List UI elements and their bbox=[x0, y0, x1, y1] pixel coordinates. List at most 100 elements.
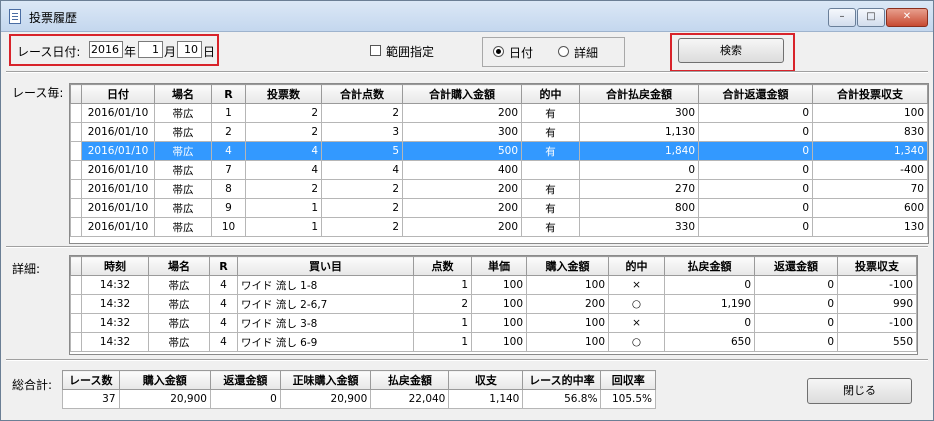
race-row[interactable]: 2016/01/10 帯広 2 2 3 300 有 1,130 0 830 bbox=[70, 122, 928, 142]
row-selector[interactable] bbox=[70, 217, 82, 237]
row-selector[interactable] bbox=[70, 122, 82, 142]
row-selector[interactable] bbox=[70, 332, 82, 352]
year-unit-label: 年 bbox=[124, 45, 137, 59]
detail-row[interactable]: 14:32 帯広 4 ワイド 流し 1-8 1 100 100 × 0 0 -100 bbox=[70, 275, 917, 295]
radio-detail[interactable] bbox=[558, 46, 569, 57]
race-cell: 1 bbox=[245, 198, 322, 218]
detail-cell: 14:32 bbox=[81, 275, 149, 295]
race-cell: 有 bbox=[521, 198, 580, 218]
total-cell: 56.8% bbox=[522, 389, 602, 409]
race-column-header[interactable]: R bbox=[211, 84, 246, 104]
detail-column-header[interactable]: 投票収支 bbox=[837, 256, 917, 276]
race-cell: 4 bbox=[211, 141, 246, 161]
race-column-header[interactable]: 的中 bbox=[521, 84, 580, 104]
detail-column-header[interactable]: 単価 bbox=[471, 256, 527, 276]
race-column-header[interactable]: 合計購入金額 bbox=[402, 84, 522, 104]
detail-column-header[interactable]: 返還金額 bbox=[754, 256, 838, 276]
month-unit-label: 月 bbox=[164, 45, 177, 59]
minimize-button[interactable]: – bbox=[828, 8, 856, 27]
close-window-button[interactable]: ✕ bbox=[886, 8, 928, 27]
race-cell: 300 bbox=[402, 122, 522, 142]
detail-column-header[interactable]: 払戻金額 bbox=[664, 256, 755, 276]
detail-row[interactable]: 14:32 帯広 4 ワイド 流し 3-8 1 100 100 × 0 0 -100 bbox=[70, 313, 917, 333]
detail-column-header[interactable]: 点数 bbox=[413, 256, 472, 276]
total-cell: 1,140 bbox=[448, 389, 524, 409]
radio-date[interactable] bbox=[493, 46, 504, 57]
detail-column-header[interactable]: 買い目 bbox=[237, 256, 414, 276]
race-row[interactable]: 2016/01/10 帯広 8 2 2 200 有 270 0 70 bbox=[70, 179, 928, 199]
maximize-button[interactable]: □ bbox=[857, 8, 885, 27]
detail-column-header[interactable]: 時刻 bbox=[81, 256, 149, 276]
race-cell: 1 bbox=[245, 217, 322, 237]
search-button[interactable]: 検索 bbox=[678, 38, 784, 63]
month-input[interactable]: 1 bbox=[138, 41, 163, 58]
total-column-header: 回収率 bbox=[600, 370, 656, 390]
detail-cell: 14:32 bbox=[81, 332, 149, 352]
race-cell: 有 bbox=[521, 122, 580, 142]
race-cell bbox=[521, 160, 580, 180]
total-table: レース数 購入金額 返還金額 正味購入金額 払戻金額 収支 レース的中率 回収率 37 20,9… bbox=[62, 370, 656, 409]
race-cell: 800 bbox=[579, 198, 699, 218]
detail-column-header[interactable]: R bbox=[209, 256, 238, 276]
row-selector[interactable] bbox=[70, 141, 82, 161]
race-cell: 9 bbox=[211, 198, 246, 218]
race-cell: 有 bbox=[521, 217, 580, 237]
race-cell: 帯広 bbox=[154, 198, 212, 218]
race-cell: 0 bbox=[579, 160, 699, 180]
race-row[interactable]: 2016/01/10 帯広 7 4 4 400 0 0 -400 bbox=[70, 160, 928, 180]
detail-column-header[interactable]: 購入金額 bbox=[526, 256, 609, 276]
detail-row[interactable]: 14:32 帯広 4 ワイド 流し 2-6,7 2 100 200 ○ 1,190 0 990 bbox=[70, 294, 917, 314]
row-selector[interactable] bbox=[70, 198, 82, 218]
detail-cell: 100 bbox=[471, 313, 527, 333]
race-row[interactable]: 2016/01/10 帯広 9 1 2 200 有 800 0 600 bbox=[70, 198, 928, 218]
year-input[interactable]: 2016 bbox=[89, 41, 123, 58]
race-row[interactable]: 2016/01/10 帯広 10 1 2 200 有 330 0 130 bbox=[70, 217, 928, 237]
row-selector[interactable] bbox=[70, 294, 82, 314]
row-selector[interactable] bbox=[70, 313, 82, 333]
race-column-header[interactable]: 合計払戻金額 bbox=[579, 84, 699, 104]
race-column-header[interactable]: 合計返還金額 bbox=[698, 84, 813, 104]
race-cell: 2 bbox=[245, 103, 322, 123]
day-input[interactable]: 10 bbox=[177, 41, 202, 58]
race-cell: 2016/01/10 bbox=[81, 141, 155, 161]
race-cell: 2 bbox=[321, 103, 403, 123]
row-selector[interactable] bbox=[70, 179, 82, 199]
detail-column-header[interactable]: 的中 bbox=[608, 256, 665, 276]
total-cell: 105.5% bbox=[600, 389, 656, 409]
race-cell: 帯広 bbox=[154, 122, 212, 142]
race-cell: 0 bbox=[698, 217, 813, 237]
detail-cell: 0 bbox=[664, 275, 755, 295]
race-cell: 330 bbox=[579, 217, 699, 237]
race-cell: 帯広 bbox=[154, 103, 212, 123]
race-date-label: レース日付: bbox=[17, 45, 81, 59]
row-selector[interactable] bbox=[70, 160, 82, 180]
detail-cell: 100 bbox=[471, 294, 527, 314]
race-cell: 2016/01/10 bbox=[81, 103, 155, 123]
range-checkbox[interactable] bbox=[370, 45, 381, 56]
row-selector[interactable] bbox=[70, 275, 82, 295]
race-cell: 5 bbox=[321, 141, 403, 161]
detail-column-header[interactable]: 場名 bbox=[148, 256, 210, 276]
title-bar: 投票履歴 – □ ✕ bbox=[1, 1, 933, 32]
race-cell: -400 bbox=[812, 160, 928, 180]
detail-cell: 4 bbox=[209, 275, 238, 295]
race-row[interactable]: 2016/01/10 帯広 4 4 5 500 有 1,840 0 1,340 bbox=[70, 141, 928, 161]
detail-cell: -100 bbox=[837, 275, 917, 295]
race-cell: 0 bbox=[698, 141, 813, 161]
row-selector[interactable] bbox=[70, 103, 82, 123]
race-column-header[interactable]: 場名 bbox=[154, 84, 212, 104]
detail-row[interactable]: 14:32 帯広 4 ワイド 流し 6-9 1 100 100 ○ 650 0 550 bbox=[70, 332, 917, 352]
race-column-header[interactable]: 合計点数 bbox=[321, 84, 403, 104]
race-column-header[interactable]: 合計投票収支 bbox=[812, 84, 928, 104]
race-cell: 2 bbox=[321, 217, 403, 237]
race-row[interactable]: 2016/01/10 帯広 1 2 2 200 有 300 0 100 bbox=[70, 103, 928, 123]
race-cell: 270 bbox=[579, 179, 699, 199]
total-section-label: 総合計: bbox=[12, 378, 53, 392]
race-cell: 帯広 bbox=[154, 141, 212, 161]
race-cell: 4 bbox=[245, 141, 322, 161]
day-unit-label: 日 bbox=[203, 45, 216, 59]
close-button[interactable]: 閉じる bbox=[807, 378, 912, 404]
race-column-header[interactable]: 日付 bbox=[81, 84, 155, 104]
race-column-header[interactable]: 投票数 bbox=[245, 84, 322, 104]
race-cell: 0 bbox=[698, 198, 813, 218]
